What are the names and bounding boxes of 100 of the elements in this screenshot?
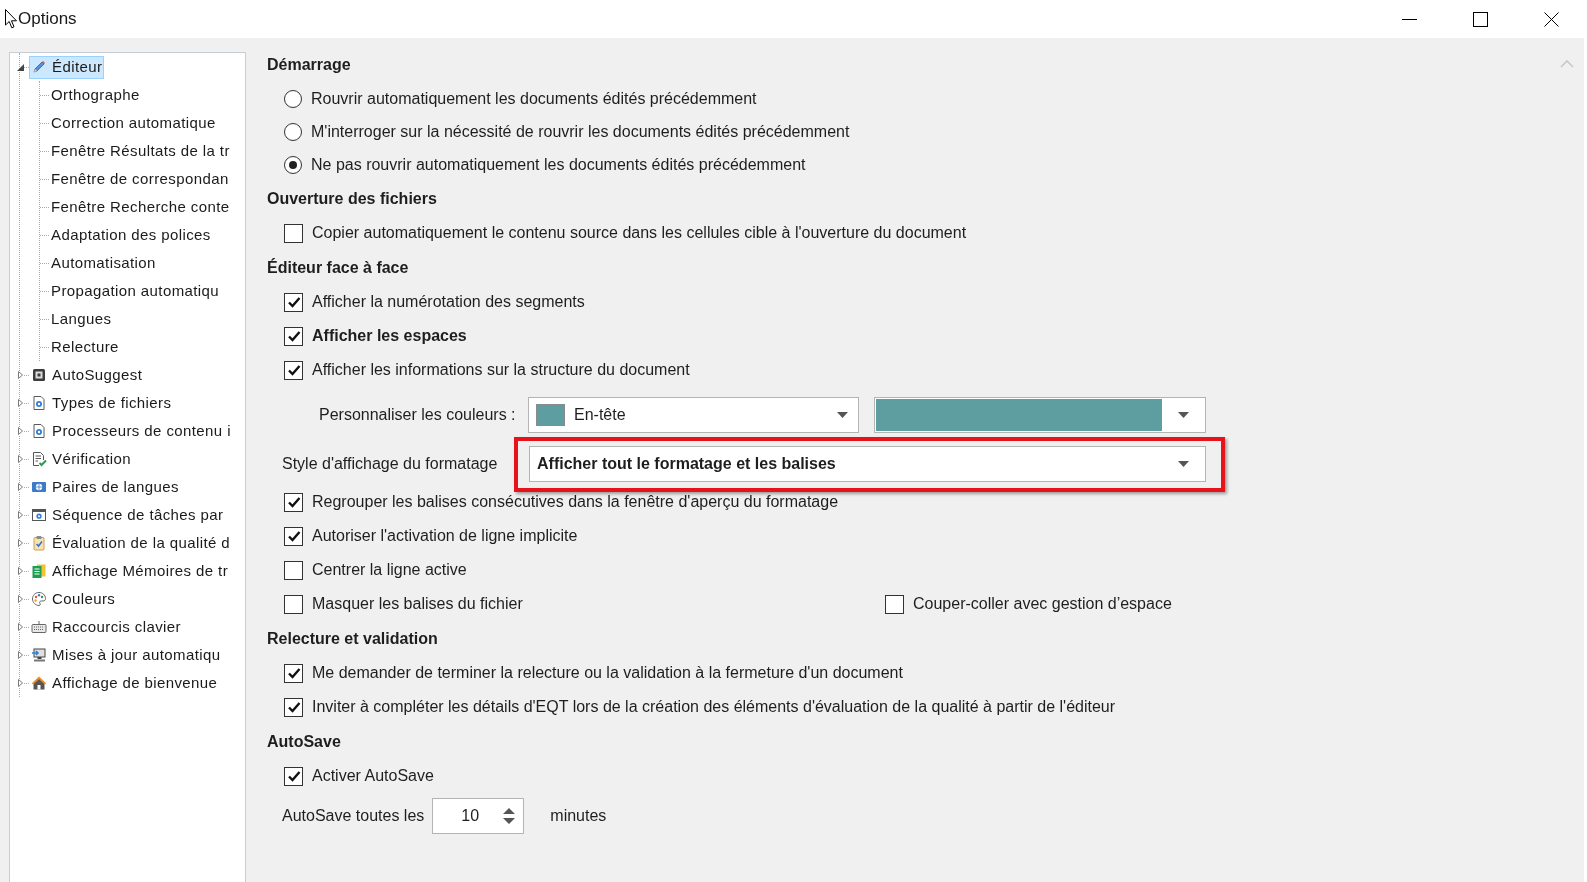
window-title: Options [18,8,77,31]
tree-item[interactable]: Éditeur [29,55,105,79]
tree-item[interactable]: Fenêtre Résultats de la tr [49,139,232,163]
tree-item[interactable]: Mises à jour automatiqu [29,643,223,667]
collapsed-arrow-icon[interactable] [17,483,23,491]
document-check-icon [31,451,47,467]
pencil-icon [31,59,47,75]
tree-item[interactable]: Adaptation des polices [49,223,213,247]
checkbox[interactable] [284,492,303,512]
tree-item[interactable]: Langues [49,307,114,331]
checkbox-label[interactable]: Activer AutoSave [312,764,434,788]
radio-button[interactable] [284,122,302,141]
checkbox-label[interactable]: Inviter à compléter les détails d'EQT lors de la création des éléments d'évaluation de la qualité à partir de l'éditeur [312,695,1116,719]
format-style-dropdown[interactable]: Afficher tout le formatage et les balises [529,446,1206,482]
mouse-pointer-icon [5,9,17,29]
color-dropdown[interactable] [874,397,1206,433]
tree-item[interactable]: Affichage de bienvenue [29,671,220,695]
tree-item[interactable]: Fenêtre Recherche conte [49,195,232,219]
collapsed-arrow-icon[interactable] [17,427,23,435]
tree-item[interactable]: Correction automatique [49,111,218,135]
tree-item[interactable]: Affichage Mémoires de tr [29,559,231,583]
caret-icon [1177,412,1189,418]
tree-item[interactable]: Fenêtre de correspondan [49,167,231,191]
expanded-arrow-icon[interactable] [16,63,24,71]
tree-item[interactable]: Vérification [29,447,133,471]
radio-label[interactable]: Rouvrir automatiquement les documents édités précédemment [311,86,757,111]
computer-icon [31,647,47,663]
checkbox[interactable] [284,326,303,346]
house-icon [31,675,47,691]
tree-item[interactable]: Raccourcis clavier [29,615,183,639]
unit-label: minutes [550,806,607,826]
checkbox-label[interactable]: Afficher la numérotation des segments [312,290,585,314]
collapsed-arrow-icon[interactable] [17,595,23,603]
collapsed-arrow-icon[interactable] [17,567,23,575]
maximize-icon [1473,11,1488,27]
checkbox[interactable] [284,663,303,683]
element-dropdown[interactable]: En-tête [528,397,859,433]
radio-button[interactable] [284,155,302,174]
checkbox[interactable] [284,360,303,380]
section-heading: Démarrage [267,54,351,75]
tree-item[interactable]: Couleurs [29,587,118,611]
collapsed-arrow-icon[interactable] [17,399,23,407]
radio-label[interactable]: Ne pas rouvrir automatiquement les documents édités précédemment [311,152,806,177]
checkbox-label[interactable]: Masquer les balises du fichier [312,592,523,616]
collapsed-arrow-icon[interactable] [17,679,23,687]
tree-item[interactable]: Automatisation [49,251,158,275]
field-label: Style d'affichage du formatage [282,454,498,474]
field-label: Personnaliser les couleurs : [319,405,516,425]
minimize-icon [1402,18,1417,20]
checkbox[interactable] [284,594,303,614]
number-spinner[interactable]: 10 [432,798,525,834]
checkbox-label[interactable]: Copier automatiquement le contenu source dans les cellules cible à l'ouverture du document [312,221,967,245]
checkbox[interactable] [284,560,303,580]
checkbox-label[interactable]: Afficher les informations sur la structure du document [312,358,690,382]
tree-item[interactable]: Types de fichiers [29,391,174,415]
checkbox[interactable] [284,697,303,717]
checkbox[interactable] [284,766,303,786]
section-heading: AutoSave [267,731,341,752]
collapsed-arrow-icon[interactable] [17,371,23,379]
tree-item[interactable]: Processeurs de contenu i [29,419,233,443]
checkbox[interactable] [284,526,303,546]
close-icon [1544,11,1559,27]
collapsed-arrow-icon[interactable] [17,623,23,631]
collapsed-arrow-icon[interactable] [17,539,23,547]
field-label: AutoSave toutes les [282,806,425,826]
tree-item[interactable]: Orthographe [49,83,142,107]
tree-item[interactable]: Séquence de tâches par [29,503,226,527]
checkbox[interactable] [284,292,303,312]
tree-item[interactable]: Propagation automatiqu [49,279,222,303]
document-gear-icon [31,423,47,439]
checkbox-label[interactable]: Centrer la ligne active [312,558,467,582]
checkbox[interactable] [885,594,904,614]
tree-item[interactable]: Évaluation de la qualité d [29,531,233,555]
section-heading: Relecture et validation [267,628,438,649]
section-heading: Éditeur face à face [267,257,409,278]
checkbox-label[interactable]: Regrouper les balises consécutives dans la fenêtre d'aperçu du formatage [312,490,839,514]
checkbox-label[interactable]: Couper-coller avec gestion d’espace [913,592,1172,616]
collapsed-arrow-icon[interactable] [17,511,23,519]
radio-label[interactable]: M'interroger sur la nécessité de rouvrir les documents édités précédemment [311,119,850,144]
document-gear-icon [31,395,47,411]
caret-icon [1178,461,1189,467]
collapsed-arrow-icon[interactable] [17,455,23,463]
keycap-icon [31,367,47,383]
checkbox-label[interactable]: Me demander de terminer la relecture ou la validation à la fermeture d'un document [312,661,903,685]
checkbox-label[interactable]: Afficher les espaces [312,324,467,348]
window-gear-icon [31,507,47,523]
globe-card-icon [31,479,47,495]
checkbox[interactable] [284,223,303,243]
tree-item[interactable]: Relecture [49,335,121,359]
section-heading: Ouverture des fichiers [267,188,437,209]
book-icon [31,563,47,579]
caret-icon [837,412,848,418]
tree-item[interactable]: AutoSuggest [29,363,145,387]
collapsed-arrow-icon[interactable] [17,651,23,659]
radio-button[interactable] [284,89,302,108]
checkbox-label[interactable]: Autoriser l'activation de ligne implicite [312,524,578,548]
keyboard-icon [31,619,47,635]
spin-arrows-icon[interactable] [503,807,516,825]
tree-item[interactable]: Paires de langues [29,475,181,499]
palette-icon [31,591,47,607]
